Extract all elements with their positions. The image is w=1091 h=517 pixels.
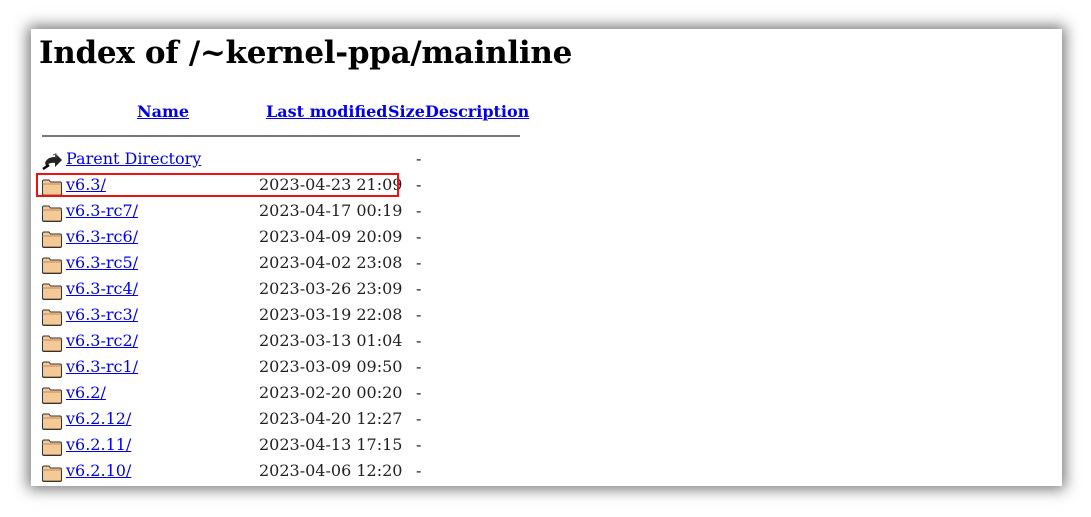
- folder-icon: [41, 203, 63, 223]
- directory-link[interactable]: v6.2.12/: [66, 409, 131, 428]
- directory-link[interactable]: v6.2.10/: [66, 461, 131, 480]
- last-modified-value: 2023-03-13 01:04: [259, 331, 403, 350]
- folder-icon: [41, 385, 63, 405]
- last-modified-value: 2023-03-26 23:09: [259, 279, 403, 298]
- size-value: -: [416, 357, 422, 376]
- folder-icon: [41, 281, 63, 301]
- last-modified-value: 2023-03-19 22:08: [259, 305, 403, 324]
- last-modified-value: 2023-04-17 00:19: [259, 201, 403, 220]
- size-value: -: [416, 409, 422, 428]
- last-modified-value: 2023-04-13 17:15: [259, 435, 403, 454]
- column-header-description[interactable]: Description: [425, 102, 529, 121]
- column-header-name[interactable]: Name: [137, 102, 189, 121]
- sort-by-size-link[interactable]: Size: [388, 102, 425, 121]
- directory-link[interactable]: v6.3-rc3/: [66, 305, 138, 324]
- size-value: -: [416, 227, 422, 246]
- last-modified-value: 2023-04-09 20:09: [259, 227, 403, 246]
- last-modified-value: 2023-03-09 09:50: [259, 357, 403, 376]
- column-header-size[interactable]: Size: [388, 102, 425, 121]
- last-modified-value: 2023-04-06 12:20: [259, 461, 403, 480]
- folder-icon: [41, 307, 63, 327]
- back-arrow-icon: [41, 151, 63, 171]
- directory-link[interactable]: v6.3-rc4/: [66, 279, 138, 298]
- folder-icon: [41, 359, 63, 379]
- directory-link[interactable]: v6.3-rc1/: [66, 357, 138, 376]
- size-value: -: [416, 305, 422, 324]
- size-value: -: [416, 175, 422, 194]
- last-modified-value: 2023-04-02 23:08: [259, 253, 403, 272]
- size-value: -: [416, 383, 422, 402]
- column-header-last-modified[interactable]: Last modified: [266, 102, 387, 121]
- folder-icon: [41, 333, 63, 353]
- directory-link[interactable]: v6.3-rc5/: [66, 253, 138, 272]
- size-value: -: [416, 279, 422, 298]
- directory-link[interactable]: v6.3-rc7/: [66, 201, 138, 220]
- last-modified-value: 2023-02-20 00:20: [259, 383, 403, 402]
- size-value: -: [416, 149, 422, 168]
- folder-icon: [41, 255, 63, 275]
- browser-page: Index of /~kernel-ppa/mainline Name Last…: [31, 29, 1062, 486]
- highlight-box: [36, 173, 399, 197]
- folder-icon: [41, 229, 63, 249]
- folder-icon: [41, 463, 63, 483]
- folder-icon: [41, 437, 63, 457]
- last-modified-value: 2023-04-20 12:27: [259, 409, 403, 428]
- folder-icon: [41, 411, 63, 431]
- directory-link[interactable]: v6.3-rc6/: [66, 227, 138, 246]
- size-value: -: [416, 253, 422, 272]
- sort-by-description-link[interactable]: Description: [425, 102, 529, 121]
- page-title: Index of /~kernel-ppa/mainline: [39, 35, 573, 71]
- directory-link[interactable]: v6.2.11/: [66, 435, 131, 454]
- size-value: -: [416, 435, 422, 454]
- size-value: -: [416, 331, 422, 350]
- size-value: -: [416, 201, 422, 220]
- sort-by-name-link[interactable]: Name: [137, 102, 189, 121]
- sort-by-last-modified-link[interactable]: Last modified: [266, 102, 387, 121]
- directory-link[interactable]: v6.2/: [66, 383, 106, 402]
- size-value: -: [416, 461, 422, 480]
- directory-link[interactable]: v6.3-rc2/: [66, 331, 138, 350]
- parent-directory-link[interactable]: Parent Directory: [66, 149, 201, 168]
- header-divider: [42, 135, 520, 137]
